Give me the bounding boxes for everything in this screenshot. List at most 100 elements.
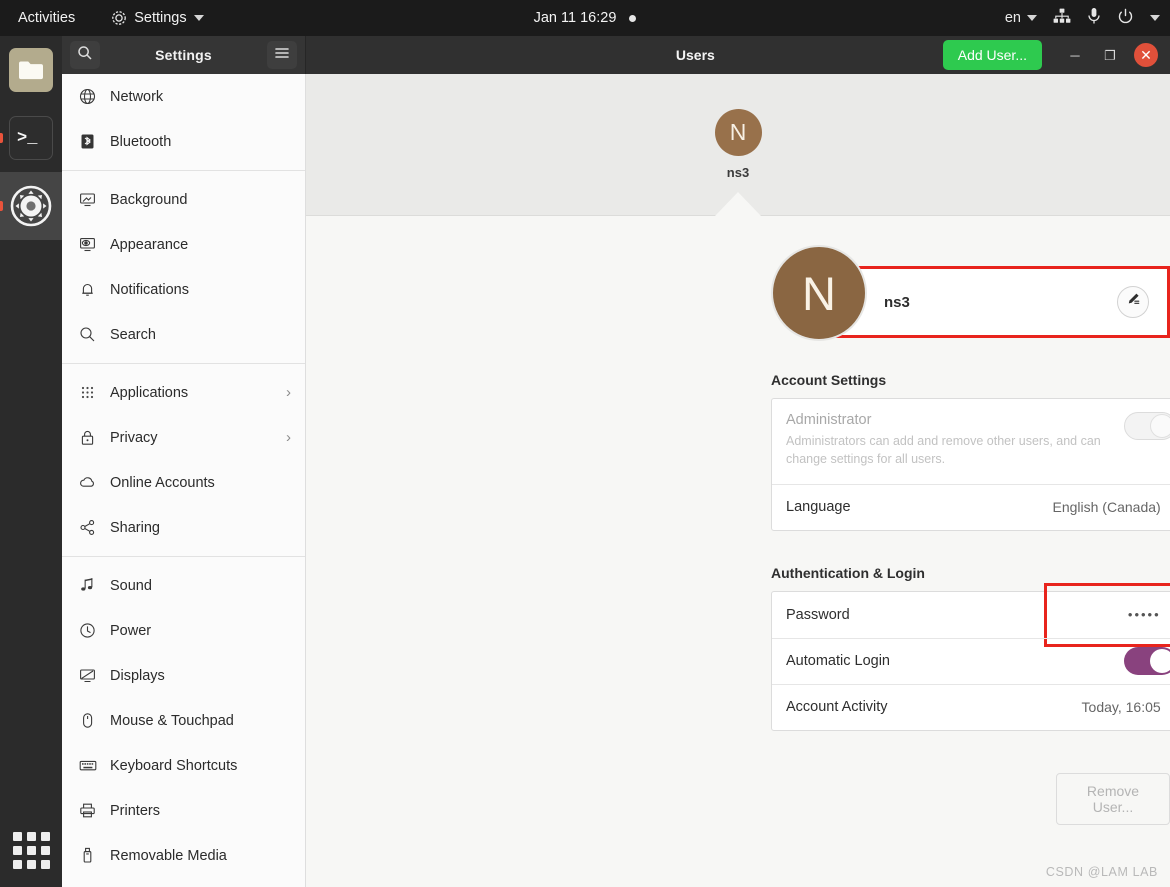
monitor-icon	[78, 190, 97, 209]
running-indicator	[0, 201, 3, 211]
sidebar-item-label: Removable Media	[110, 847, 227, 864]
sidebar-item-printers[interactable]: Printers	[62, 788, 305, 833]
sidebar-item-keyboard-shortcuts[interactable]: Keyboard Shortcuts	[62, 743, 305, 788]
sidebar-item-sound[interactable]: Sound	[62, 563, 305, 608]
automatic-login-row[interactable]: Automatic Login	[772, 637, 1170, 684]
clock-button[interactable]: Jan 11 16:29	[470, 10, 700, 26]
close-button[interactable]: ✕	[1134, 43, 1158, 67]
account-settings-card: Administrator Administrators can add and…	[771, 398, 1170, 531]
hamburger-menu-icon	[274, 46, 290, 65]
avatar[interactable]: N	[771, 245, 867, 341]
usb-drive-icon	[78, 846, 97, 865]
sidebar-separator	[62, 170, 305, 171]
sidebar-item-label: Sound	[110, 577, 152, 594]
sidebar-item-notifications[interactable]: Notifications	[62, 267, 305, 312]
maximize-button[interactable]: ❐	[1099, 44, 1121, 66]
search-icon	[78, 325, 97, 344]
sidebar-item-label: Mouse & Touchpad	[110, 712, 234, 729]
account-activity-value: Today, 16:05	[1081, 699, 1161, 715]
sidebar-item-removable-media[interactable]: Removable Media	[62, 833, 305, 878]
sidebar-item-label: Power	[110, 622, 152, 639]
carousel-user-name: ns3	[726, 165, 750, 180]
app-menu-label: Settings	[134, 10, 187, 26]
sidebar-item-applications[interactable]: Applications ›	[62, 370, 305, 415]
sidebar-item-label: Appearance	[110, 236, 189, 253]
system-status-area[interactable]: en	[1005, 0, 1160, 36]
edit-user-button[interactable]	[1117, 286, 1149, 318]
main-menu-button[interactable]	[267, 41, 297, 69]
activities-button[interactable]: Activities	[10, 8, 83, 28]
terminal-icon: >_	[9, 116, 53, 160]
sidebar-item-label: Network	[110, 88, 164, 105]
dock-item-settings[interactable]	[0, 172, 62, 240]
sidebar-item-label: Sharing	[110, 519, 160, 536]
keyboard-layout-indicator[interactable]: en	[1005, 10, 1037, 26]
user-name-card[interactable]: ns3	[831, 266, 1170, 338]
add-user-button[interactable]: Add User...	[942, 40, 1042, 70]
mouse-icon	[78, 711, 97, 730]
user-identity-row: N ns3	[771, 245, 1170, 341]
sidebar-item-mouse-touchpad[interactable]: Mouse & Touchpad	[62, 698, 305, 743]
sidebar-item-label: Keyboard Shortcuts	[110, 757, 238, 774]
carousel-user-ns3[interactable]: N ns3	[714, 109, 762, 180]
watermark: CSDN @LAM LAB	[1045, 865, 1158, 879]
clock-label: Jan 11 16:29	[533, 10, 617, 26]
remove-user-button[interactable]: Remove User...	[1056, 772, 1170, 825]
administrator-description: Administrators can add and remove other …	[786, 434, 1101, 466]
sidebar-item-network[interactable]: Network	[62, 74, 305, 119]
search-icon	[77, 45, 93, 66]
sidebar-item-search[interactable]: Search	[62, 312, 305, 357]
chevron-right-icon: ›	[286, 384, 291, 401]
language-value: English (Canada)	[1052, 499, 1161, 515]
sidebar-item-label: Background	[110, 191, 188, 208]
appearance-icon	[78, 235, 97, 254]
sidebar-item-color[interactable]: Color	[62, 878, 305, 887]
gear-icon	[111, 10, 127, 26]
sidebar-separator	[62, 363, 305, 364]
app-menu-button[interactable]: Settings	[111, 10, 204, 26]
automatic-login-label: Automatic Login	[786, 653, 890, 669]
sidebar-item-background[interactable]: Background	[62, 177, 305, 222]
dock-item-files[interactable]	[0, 36, 62, 104]
search-button[interactable]	[70, 41, 100, 69]
keyboard-layout-label: en	[1004, 10, 1021, 26]
power-circle-icon	[78, 621, 97, 640]
dock: >_	[0, 36, 62, 887]
language-row[interactable]: Language English (Canada) ›	[772, 483, 1170, 530]
administrator-toggle[interactable]	[1124, 412, 1170, 440]
dock-item-terminal[interactable]: >_	[0, 104, 62, 172]
chevron-down-icon	[193, 15, 204, 21]
lock-icon	[78, 428, 97, 447]
sidebar-item-power[interactable]: Power	[62, 608, 305, 653]
top-bar: Activities Settings Jan 11 16:29 en	[0, 0, 1170, 36]
automatic-login-toggle[interactable]	[1124, 647, 1170, 675]
page-header: Users Add User... ─ ❐ ✕	[306, 36, 1170, 74]
folder-icon	[9, 48, 53, 92]
account-activity-row[interactable]: Account Activity Today, 16:05 ›	[772, 683, 1170, 730]
bell-icon	[78, 280, 97, 299]
sidebar-item-appearance[interactable]: Appearance	[62, 222, 305, 267]
app-grid-icon	[12, 831, 50, 869]
globe-icon	[78, 87, 97, 106]
sidebar-item-online-accounts[interactable]: Online Accounts	[62, 460, 305, 505]
show-applications-button[interactable]	[0, 821, 62, 879]
printer-icon	[78, 801, 97, 820]
sidebar-separator	[62, 556, 305, 557]
sidebar-item-label: Applications	[110, 384, 189, 401]
sidebar-item-displays[interactable]: Displays	[62, 653, 305, 698]
sidebar-item-label: Privacy	[110, 429, 158, 446]
administrator-row: Administrator Administrators can add and…	[772, 399, 1170, 484]
minimize-button[interactable]: ─	[1064, 44, 1086, 66]
sidebar-item-label: Bluetooth	[110, 133, 172, 150]
authentication-card: Password ••••• › Automatic Login Account…	[771, 582, 1170, 731]
sidebar-item-sharing[interactable]: Sharing	[62, 505, 305, 550]
account-activity-label: Account Activity	[786, 699, 888, 715]
sidebar-item-privacy[interactable]: Privacy ›	[62, 415, 305, 460]
bluetooth-icon	[78, 132, 97, 151]
password-row[interactable]: Password ••••• ›	[772, 592, 1170, 638]
chevron-down-icon[interactable]	[1150, 15, 1160, 21]
cloud-icon	[78, 473, 97, 492]
settings-window: Settings Users Add User... ─ ❐ ✕ Network…	[62, 36, 1170, 887]
sidebar-item-bluetooth[interactable]: Bluetooth	[62, 119, 305, 164]
sidebar-item-label: Printers	[110, 802, 160, 819]
